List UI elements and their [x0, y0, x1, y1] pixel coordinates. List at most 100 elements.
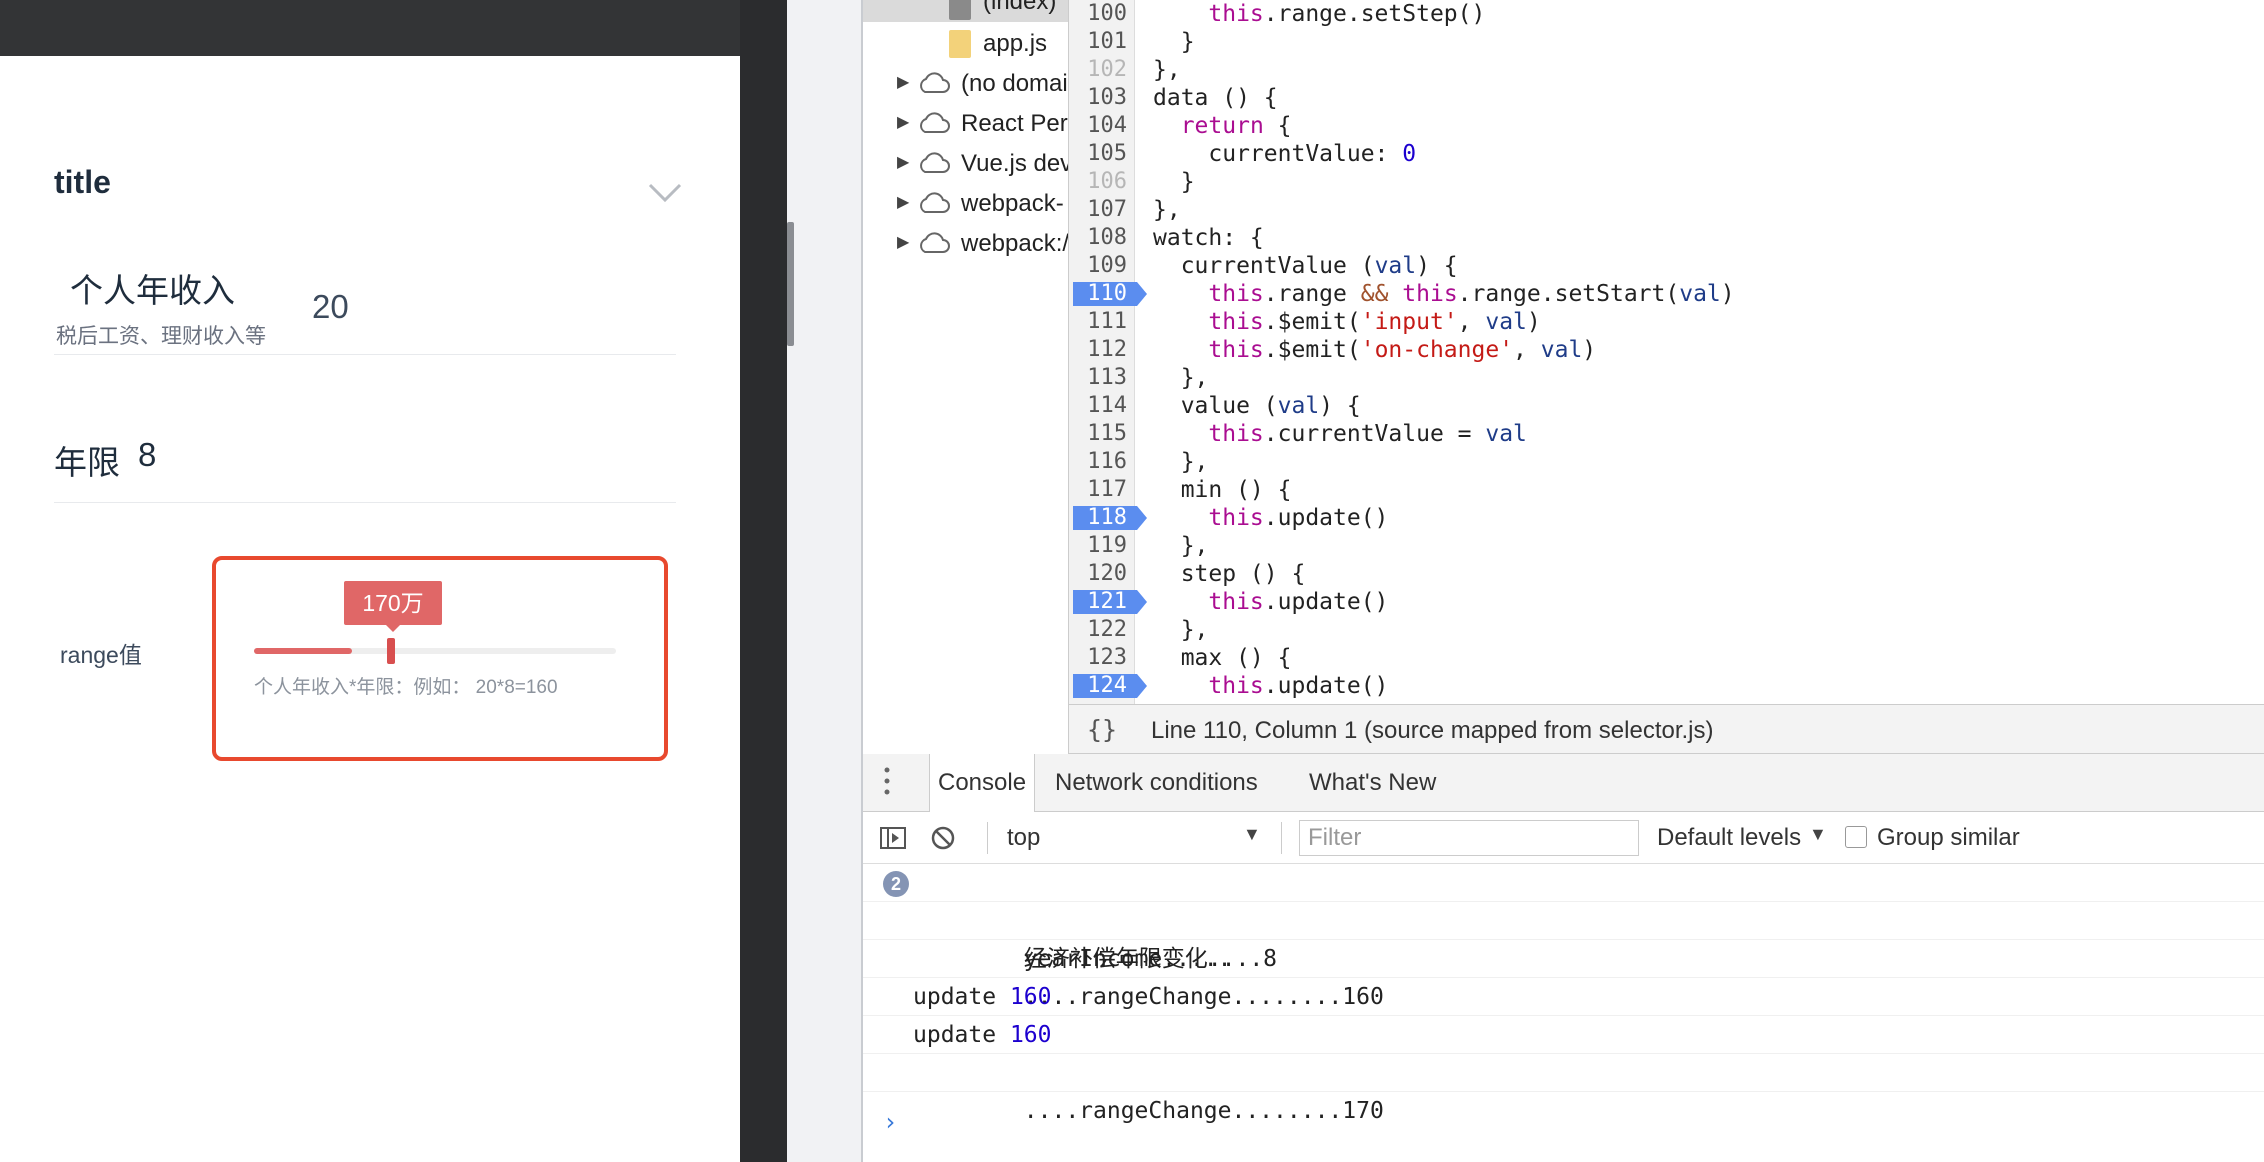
- line-number[interactable]: 106: [1069, 168, 1135, 196]
- years-value[interactable]: 8: [138, 436, 156, 474]
- file-icon: [949, 0, 971, 20]
- line-number[interactable]: 110: [1069, 280, 1135, 308]
- line-number[interactable]: 109: [1069, 252, 1135, 280]
- tree-item-react[interactable]: ▶ React Per: [863, 106, 1068, 142]
- line-number[interactable]: 102: [1069, 56, 1135, 84]
- tab-network-conditions[interactable]: Network conditions: [1047, 754, 1266, 811]
- toolbar-separator: [987, 822, 988, 854]
- code-line: },: [1153, 617, 1209, 643]
- console-messages: 2 yearIncome..... 经济补偿年限变化....8 ....rang…: [863, 864, 2264, 1162]
- console-drawer: Console Network conditions What's New to…: [863, 754, 2264, 1162]
- divider: [54, 354, 676, 355]
- line-number[interactable]: 116: [1069, 448, 1135, 476]
- cloud-icon: [920, 112, 950, 133]
- context-selector[interactable]: top: [1007, 824, 1269, 852]
- console-toolbar: top ▼ Default levels ▼ Group similar: [863, 812, 2264, 864]
- js-file-icon: [949, 30, 971, 58]
- divider: [54, 502, 676, 503]
- line-number[interactable]: 123: [1069, 644, 1135, 672]
- income-value[interactable]: 20: [312, 288, 349, 326]
- line-number[interactable]: 107: [1069, 196, 1135, 224]
- cloud-icon: [920, 192, 950, 213]
- code-line: },: [1153, 197, 1181, 223]
- tree-item-vue[interactable]: ▶ Vue.js dev: [863, 146, 1068, 182]
- expand-arrow-icon[interactable]: ▶: [897, 72, 909, 92]
- code-editor[interactable]: 100 101 102 103 104 105 106 107 108 109 110 111 112 1…: [1069, 0, 2264, 704]
- message-text: update: [913, 984, 1010, 1010]
- collapse-title[interactable]: title: [54, 164, 111, 201]
- tooltip-arrow: [386, 625, 400, 632]
- code-line: },: [1153, 57, 1181, 83]
- console-message[interactable]: 2 yearIncome.....: [863, 864, 2264, 972]
- income-label: 个人年收入: [70, 272, 235, 309]
- line-number[interactable]: 112: [1069, 336, 1135, 364]
- console-message[interactable]: 经济补偿年限变化....8: [863, 902, 2264, 972]
- code-line: },: [1153, 365, 1209, 391]
- group-similar-checkbox[interactable]: [1845, 826, 1867, 848]
- cursor-position: Line 110, Column 1 (source mapped from s…: [1151, 717, 1714, 744]
- console-prompt[interactable]: ›: [883, 1108, 897, 1136]
- range-tooltip: 170万: [344, 581, 442, 625]
- dropdown-arrow-icon[interactable]: ▼: [1809, 824, 1827, 845]
- log-levels-dropdown[interactable]: Default levels: [1657, 824, 1801, 852]
- tree-item-index[interactable]: (index): [863, 0, 1068, 22]
- code-line: this.$emit('on-change', val): [1208, 337, 1597, 363]
- line-number[interactable]: 113: [1069, 364, 1135, 392]
- expand-arrow-icon[interactable]: ▶: [897, 112, 909, 132]
- frame-divider: [740, 0, 787, 1162]
- line-number[interactable]: 100: [1069, 0, 1135, 28]
- dropdown-arrow-icon[interactable]: ▼: [1243, 824, 1261, 845]
- sidebar-toggle-icon[interactable]: [879, 824, 907, 852]
- range-track[interactable]: [254, 648, 616, 654]
- expand-arrow-icon[interactable]: ▶: [897, 192, 909, 212]
- group-similar-label: Group similar: [1877, 824, 2020, 851]
- code-line: this.update(): [1208, 589, 1389, 615]
- tree-item-webpack[interactable]: ▶ webpack-: [863, 186, 1068, 222]
- code-line: this.$emit('input', val): [1208, 309, 1541, 335]
- code-line: this.update(): [1208, 673, 1389, 699]
- line-number[interactable]: 118: [1069, 504, 1135, 532]
- pretty-print-icon[interactable]: {}: [1087, 715, 1117, 744]
- line-gutter[interactable]: 100 101 102 103 104 105 106 107 108 109 110 111 112 1…: [1069, 0, 1147, 704]
- message-text: update: [913, 1022, 1010, 1048]
- console-message[interactable]: ....rangeChange........170: [863, 1054, 2264, 1124]
- tab-whats-new[interactable]: What's New: [1301, 754, 1444, 811]
- cloud-icon: [920, 152, 950, 173]
- tree-item-domain[interactable]: ▶ (no domai: [863, 66, 1068, 102]
- line-number[interactable]: 120: [1069, 560, 1135, 588]
- filter-input[interactable]: [1299, 820, 1639, 856]
- code-line: currentValue: 0: [1153, 141, 1417, 167]
- line-number[interactable]: 122: [1069, 616, 1135, 644]
- line-number[interactable]: 101: [1069, 28, 1135, 56]
- tab-console[interactable]: Console: [929, 754, 1036, 812]
- cloud-icon: [920, 232, 950, 253]
- clear-console-icon[interactable]: [929, 824, 957, 852]
- range-thumb[interactable]: [387, 638, 395, 664]
- line-number[interactable]: 119: [1069, 532, 1135, 560]
- chevron-down-icon[interactable]: [648, 182, 682, 204]
- tree-item-app-js[interactable]: app.js: [863, 26, 1068, 62]
- line-number[interactable]: 124: [1069, 672, 1135, 700]
- expand-arrow-icon[interactable]: ▶: [897, 232, 909, 252]
- message-number: 160: [1009, 1022, 1052, 1048]
- console-message[interactable]: update 160: [863, 978, 2264, 1016]
- code-line: watch: {: [1153, 225, 1264, 251]
- line-number[interactable]: 114: [1069, 392, 1135, 420]
- line-number[interactable]: 108: [1069, 224, 1135, 252]
- more-options-icon[interactable]: [883, 766, 891, 796]
- tree-item-webpack-path[interactable]: ▶ webpack:/: [863, 226, 1068, 262]
- line-number[interactable]: 103: [1069, 84, 1135, 112]
- console-message[interactable]: update 160: [863, 1016, 2264, 1054]
- drawer-tabbar: Console Network conditions What's New: [863, 754, 2264, 812]
- code-line: },: [1153, 533, 1209, 559]
- expand-arrow-icon[interactable]: ▶: [897, 152, 909, 172]
- line-number[interactable]: 104: [1069, 112, 1135, 140]
- line-number[interactable]: 121: [1069, 588, 1135, 616]
- line-number[interactable]: 117: [1069, 476, 1135, 504]
- resize-handle[interactable]: [787, 222, 794, 346]
- line-number[interactable]: 105: [1069, 140, 1135, 168]
- line-number[interactable]: 111: [1069, 308, 1135, 336]
- console-message[interactable]: ....rangeChange........160: [863, 940, 2264, 1010]
- line-number[interactable]: 115: [1069, 420, 1135, 448]
- message-text: ....rangeChange........170: [1023, 1098, 1384, 1124]
